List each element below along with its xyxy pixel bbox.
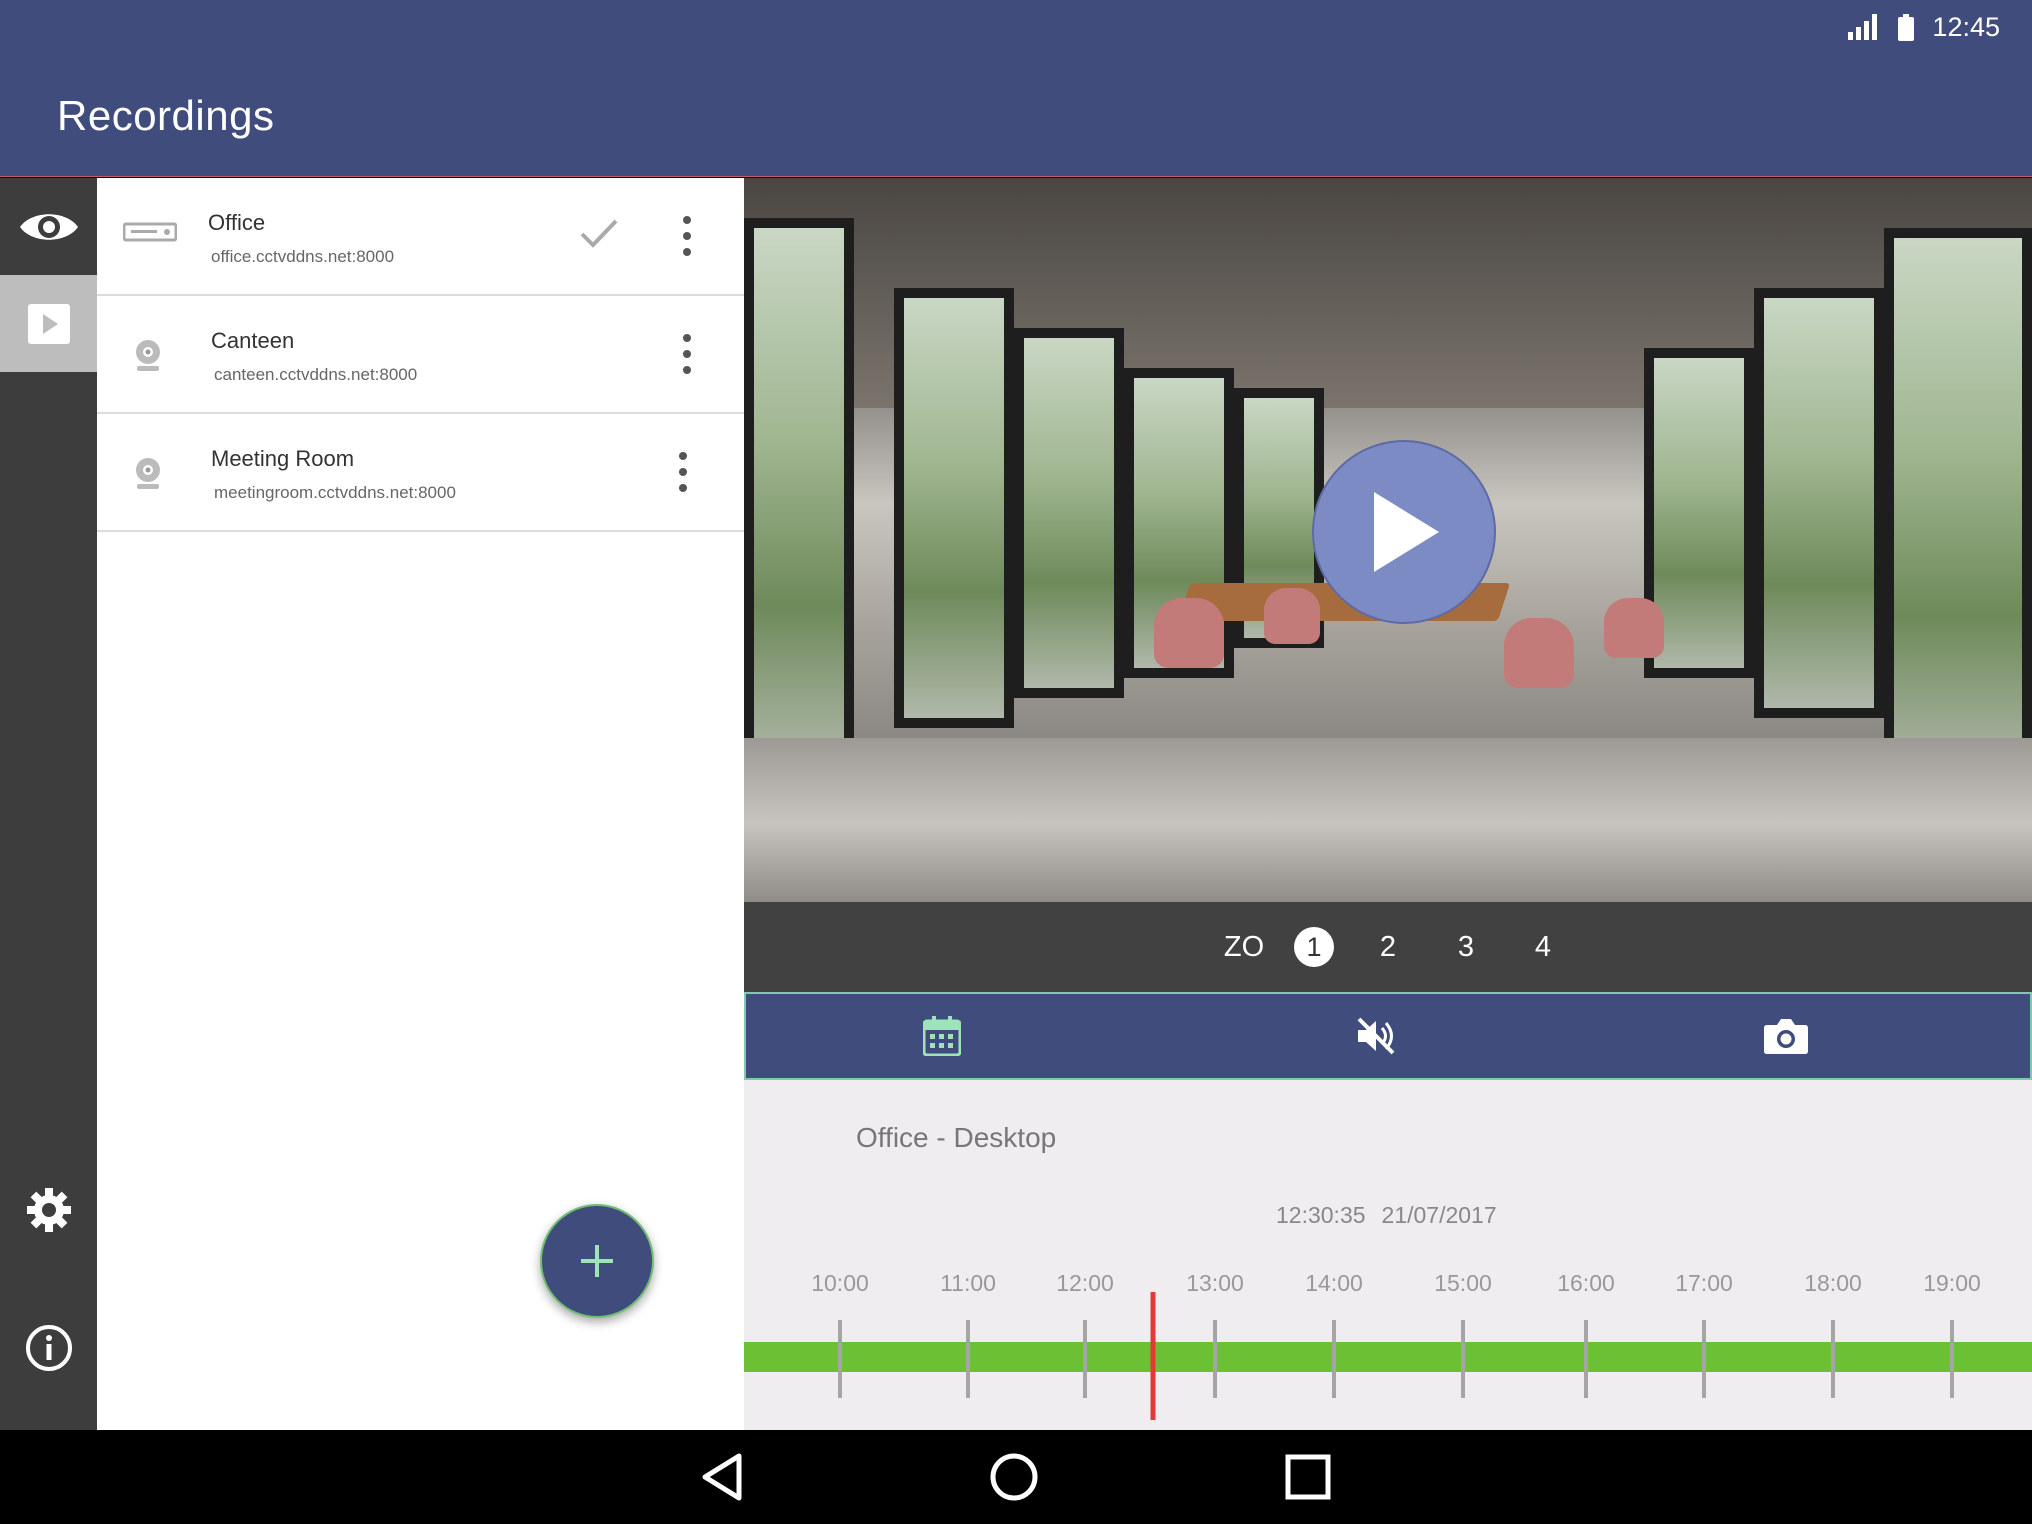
tick-mark (838, 1320, 842, 1398)
more-vert-icon[interactable] (677, 332, 697, 376)
tick-label: 15:00 (1434, 1270, 1492, 1296)
status-bar: 12:45 (1848, 12, 2000, 42)
tick-label: 19:00 (1923, 1270, 1981, 1296)
player-toolbar (744, 992, 2032, 1080)
more-vert-icon[interactable] (677, 214, 697, 258)
tick-label: 18:00 (1804, 1270, 1862, 1296)
home-button[interactable] (972, 1430, 1056, 1524)
nav-rail (0, 178, 97, 1430)
tick-mark (1461, 1320, 1465, 1398)
play-icon (1374, 492, 1439, 572)
tick-mark (1950, 1320, 1954, 1398)
eye-icon (19, 213, 78, 240)
recordings-button[interactable] (0, 275, 97, 372)
tick-mark (1332, 1320, 1336, 1398)
play-icon (27, 303, 70, 344)
tick-mark (1702, 1320, 1706, 1398)
tick-label: 13:00 (1186, 1270, 1244, 1296)
tick-mark (966, 1320, 970, 1398)
device-name: Office (208, 210, 266, 235)
snapshot-button[interactable] (1736, 994, 1836, 1078)
channel-3[interactable]: 3 (1436, 902, 1496, 992)
tick-label: 11:00 (940, 1270, 996, 1296)
list-item[interactable]: Office office.cctvddns.net:8000 (97, 178, 744, 296)
list-item[interactable]: Canteen canteen.cctvddns.net:8000 (97, 296, 744, 414)
more-vert-icon[interactable] (673, 450, 693, 494)
system-nav-bar (0, 1430, 2032, 1524)
channel-selector: ZO 1 2 3 4 (744, 902, 2032, 992)
tick-mark (1831, 1320, 1835, 1398)
device-name: Meeting Room (211, 446, 355, 471)
gear-icon (26, 1187, 71, 1232)
webcam-icon (136, 458, 160, 489)
page-title: Recordings (57, 92, 275, 139)
live-view-button[interactable] (0, 178, 97, 275)
tick-mark (1584, 1320, 1588, 1398)
channel-4[interactable]: 4 (1513, 902, 1573, 992)
device-address: office.cctvddns.net:8000 (211, 247, 395, 266)
play-button[interactable] (1312, 440, 1496, 624)
device-list: Office office.cctvddns.net:8000 Canteen … (97, 178, 744, 1430)
camera-icon (1764, 1019, 1808, 1054)
channel-2[interactable]: 2 (1358, 902, 1418, 992)
playhead[interactable] (1150, 1292, 1156, 1420)
add-device-button[interactable] (540, 1204, 654, 1318)
device-name: Canteen (211, 328, 295, 353)
tick-mark (1083, 1320, 1087, 1398)
tick-label: 10:00 (811, 1270, 869, 1296)
channel-1[interactable]: 1 (1284, 902, 1344, 992)
channel-zo[interactable]: ZO (1214, 902, 1274, 992)
camera-title: Office - Desktop (856, 1122, 1057, 1153)
tick-label: 17:00 (1675, 1270, 1733, 1296)
info-button[interactable] (0, 1299, 97, 1396)
home-icon (990, 1453, 1038, 1501)
tick-mark (1213, 1320, 1217, 1398)
battery-icon (1898, 13, 1915, 41)
back-button[interactable] (680, 1430, 764, 1524)
device-address: canteen.cctvddns.net:8000 (214, 365, 418, 384)
tick-label: 12:00 (1056, 1270, 1114, 1296)
webcam-icon (136, 340, 160, 371)
signal-icon (1848, 14, 1878, 40)
tick-label: 14:00 (1305, 1270, 1363, 1296)
check-icon (580, 219, 618, 248)
device-address: meetingroom.cctvddns.net:8000 (214, 483, 456, 502)
recording-track[interactable] (744, 1342, 2032, 1372)
tick-label: 16:00 (1557, 1270, 1615, 1296)
mute-icon (1357, 1017, 1395, 1055)
calendar-icon (923, 1016, 961, 1056)
dvr-icon (123, 222, 177, 242)
settings-button[interactable] (0, 1161, 97, 1258)
timestamp: 12:30:35 21/07/2017 (1276, 1202, 1497, 1229)
timeline-panel: Office - Desktop 12:30:35 21/07/2017 10:0… (744, 1080, 2032, 1430)
video-player[interactable] (744, 178, 2032, 902)
mute-button[interactable] (1326, 994, 1426, 1078)
app-bar: 12:45 Recordings (0, 0, 2032, 177)
list-item[interactable]: Meeting Room meetingroom.cctvddns.net:80… (97, 414, 744, 532)
timestamp-date: 21/07/2017 (1381, 1202, 1497, 1228)
status-time: 12:45 (1932, 11, 2000, 42)
recents-icon (1285, 1454, 1331, 1500)
back-icon (702, 1453, 742, 1501)
plus-icon (581, 1245, 613, 1277)
timestamp-time: 12:30:35 (1276, 1202, 1366, 1228)
calendar-button[interactable] (892, 994, 992, 1078)
recents-button[interactable] (1266, 1430, 1350, 1524)
info-icon (25, 1324, 72, 1371)
